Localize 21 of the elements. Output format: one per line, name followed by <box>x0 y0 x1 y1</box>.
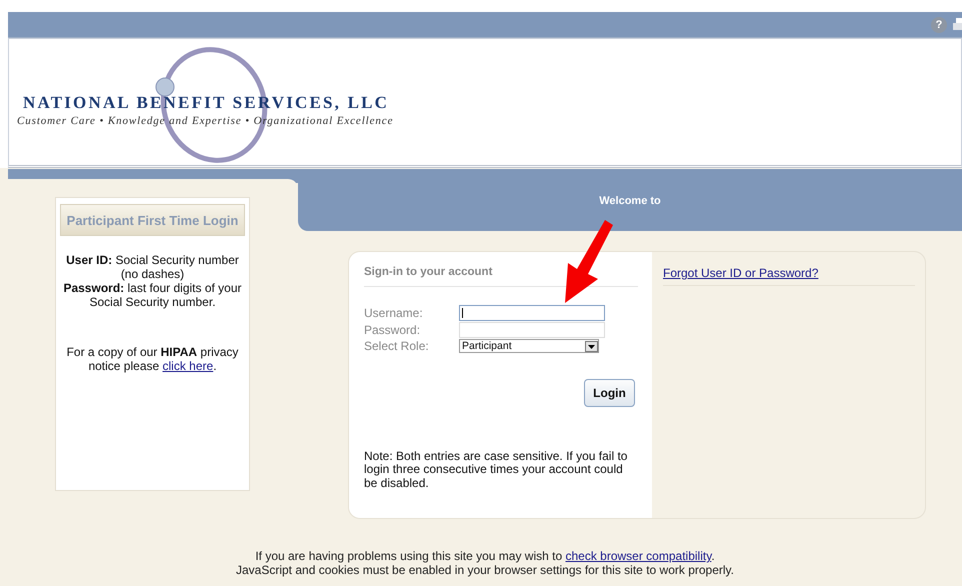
company-tagline: Customer Care • Knowledge and Expertise • Organizational Excellence <box>17 115 394 127</box>
username-field[interactable] <box>459 305 605 322</box>
instruction-text: Password: last four digits of your Social Security number. <box>62 281 243 309</box>
browser-help-text: If you are having problems using this site you may wish to check browser compatibility. <box>254 549 716 563</box>
forgot-credentials-link[interactable]: Forgot User ID or Password? <box>663 266 818 280</box>
panel-title: Participant First Time Login <box>60 204 245 236</box>
case-sensitivity-note: Note: Both entries are case sensitive. If you fail to login three consecutive times your account could be disabled. <box>364 450 628 490</box>
login-button[interactable]: Login <box>584 378 635 406</box>
browser-compatibility-link[interactable]: check browser compatibility <box>565 549 712 563</box>
privacy-notice-link[interactable]: click here <box>162 359 214 373</box>
printer-icon[interactable] <box>953 16 962 32</box>
field-label: Select Role: <box>364 339 430 354</box>
role-dropdown[interactable]: Participant <box>459 339 599 354</box>
company-name: NATIONAL BENEFIT SERVICES, LLC <box>23 93 390 113</box>
password-field[interactable] <box>459 322 605 338</box>
field-label: Username: <box>364 306 424 320</box>
field-label: Password: <box>364 322 422 337</box>
instruction-text: User ID: Social Security number (no dashes) <box>65 253 240 281</box>
welcome-title: Welcome to <box>599 195 661 209</box>
javascript-requirement-text: JavaScript and cookies must be enabled in your browser settings for this site to work properly. <box>234 563 735 577</box>
privacy-notice: For a copy of our HIPAA privacy notice please click here. <box>66 345 240 373</box>
